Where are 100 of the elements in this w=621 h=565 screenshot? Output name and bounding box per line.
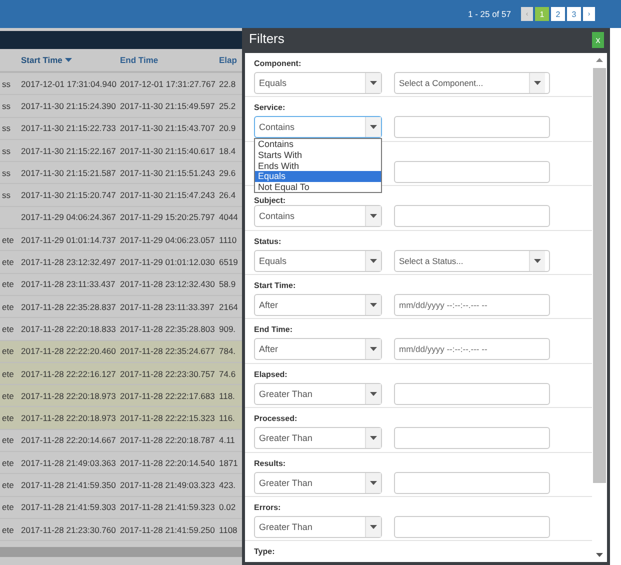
caret-icon <box>370 392 377 396</box>
table-cell-text: 2017-11-30 21:15:22.733 <box>21 123 117 134</box>
caret-icon <box>370 480 377 485</box>
input-field[interactable] <box>394 160 550 183</box>
table-cell-text: 4044 <box>219 212 239 222</box>
caret-icon <box>370 302 377 307</box>
filter-label: Type: <box>254 546 276 558</box>
table-cell-text: 1871 <box>219 458 239 468</box>
caret-icon <box>534 258 541 263</box>
filter-label: Subject: <box>254 195 287 206</box>
table-cell-text: 423. <box>219 480 237 490</box>
scroll-down-icon[interactable] <box>596 553 603 557</box>
panel-title: Filters <box>249 31 284 47</box>
operator-select[interactable]: Greater Than <box>254 516 382 538</box>
table-cell-text: 2017-11-30 21:15:20.747 <box>21 190 117 200</box>
table-cell-text: 2017-11-28 22:20:18.833 <box>21 324 117 334</box>
table-cell-text: 2164 <box>219 302 239 312</box>
input-field[interactable] <box>394 472 550 494</box>
caret-icon <box>370 81 377 85</box>
table-cell-text: 2017-11-28 21:41:59.250 <box>120 524 216 535</box>
table-cell-text: 2017-11-28 22:22:20.460 <box>21 346 117 356</box>
date-field[interactable]: mm/dd/yyyy --:--:--.--- -- <box>394 338 550 360</box>
filter-label: Component: <box>254 58 302 69</box>
input-field[interactable] <box>394 205 550 228</box>
table-cell-text: 2017-11-30 21:15:51.243 <box>120 168 216 178</box>
operator-select[interactable]: Contains <box>254 116 382 138</box>
table-cell-text: 2017-11-29 01:01:14.737 <box>21 234 117 245</box>
table-cell-text: 2017-11-30 21:15:49.597 <box>120 100 216 111</box>
table-cell-text: 118. <box>219 390 236 401</box>
sort-icon <box>65 58 72 62</box>
table-cell-text: 2017-11-30 21:15:21.587 <box>21 168 117 178</box>
table-cell-text: 20.9 <box>219 123 237 134</box>
scrollbar[interactable] <box>592 53 607 562</box>
table-cell-text: 2017-11-28 23:12:32.497 <box>21 257 117 268</box>
table-cell-text: 2017-11-28 22:22:17.683 <box>120 390 216 401</box>
caret-icon <box>370 436 377 440</box>
table-cell-text: 784. <box>219 346 237 356</box>
filter-label: Elapsed: <box>254 368 288 380</box>
scroll-up-icon[interactable] <box>596 58 603 62</box>
table-cell-text: 0.02 <box>219 502 237 512</box>
filter-label: Results: <box>254 458 287 469</box>
table-cell-text: ss <box>2 100 12 111</box>
operator-select[interactable]: After <box>254 338 382 360</box>
table-cell-text: 2017-11-28 22:20:18.787 <box>120 435 216 446</box>
table-cell-text: 1110 <box>219 234 238 245</box>
column-header[interactable]: End Time <box>120 55 218 65</box>
input-field[interactable] <box>394 516 550 538</box>
table-cell-text: 2017-11-28 22:35:28.803 <box>120 324 216 334</box>
table-cell-text: ete <box>2 390 15 401</box>
table-cell-text: 22.8 <box>219 78 237 89</box>
page-button[interactable]: 2 <box>551 7 565 21</box>
operator-select[interactable]: Greater Than <box>254 382 382 405</box>
filter-label: Service: <box>254 102 286 114</box>
table-cell-text: 2017-11-28 21:41:59.323 <box>120 502 216 512</box>
table-cell-text: 2017-11-30 21:15:47.243 <box>120 190 216 200</box>
dropdown-option[interactable]: Equals <box>255 171 381 182</box>
table-cell-text: 74.6 <box>219 368 237 378</box>
dropdown-option[interactable]: Starts With <box>255 150 381 161</box>
input-field[interactable] <box>394 427 550 450</box>
table-cell-text: 2017-11-29 01:01:12.030 <box>120 257 216 268</box>
table-cell-text: ss <box>2 78 12 89</box>
dropdown-option[interactable]: Not Equal To <box>255 182 381 192</box>
table-cell-text: ete <box>2 502 15 512</box>
table-cell-text: 2017-12-01 17:31:27.767 <box>120 78 216 89</box>
table-cell-text: 2017-11-28 21:41:59.350 <box>21 480 117 490</box>
table-cell-text: 2017-11-28 22:20:18.973 <box>21 413 117 424</box>
filter-label: Start Time: <box>254 280 297 291</box>
table-cell-text: 2017-11-30 21:15:40.617 <box>120 146 216 156</box>
operator-select[interactable]: After <box>254 294 382 316</box>
table-cell-text: ete <box>2 480 15 490</box>
column-header[interactable]: Elap <box>219 55 242 65</box>
dropdown-option[interactable]: Contains <box>255 139 381 150</box>
table-cell-text: 2017-11-28 22:23:30.757 <box>120 368 216 378</box>
operator-select[interactable]: Greater Than <box>254 427 382 450</box>
dropdown-option[interactable]: Ends With <box>255 160 381 172</box>
page-button[interactable]: 3 <box>567 7 581 21</box>
table-cell-text: ete <box>2 524 15 535</box>
operator-select[interactable]: Greater Than <box>254 472 382 494</box>
date-field[interactable]: mm/dd/yyyy --:--:--.--- -- <box>394 294 550 316</box>
table-cell-text: 2017-11-28 21:49:03.323 <box>120 480 216 490</box>
operator-select[interactable]: Contains <box>254 205 382 228</box>
table-cell-text: 2017-11-28 23:11:33.397 <box>120 302 216 312</box>
table-cell-text: 116. <box>219 413 236 424</box>
caret-icon <box>370 524 377 529</box>
input-field[interactable] <box>394 116 550 138</box>
input-field[interactable] <box>394 382 550 405</box>
column-header[interactable]: Start Time <box>21 55 119 65</box>
operator-select[interactable]: Equals <box>254 250 382 272</box>
table-cell-text: 2017-11-28 22:35:28.837 <box>21 302 117 312</box>
table-cell-text: ete <box>2 279 15 290</box>
table-cell-text: ete <box>2 413 15 424</box>
table-cell-text: ete <box>2 302 15 312</box>
filter-label: End Time: <box>254 324 294 336</box>
table-cell-text: 2017-12-01 17:31:04.940 <box>21 78 118 89</box>
value-select[interactable]: Select a Status... <box>394 250 550 272</box>
operator-select[interactable]: Equals <box>254 72 382 94</box>
value-select[interactable]: Select a Component... <box>394 72 550 94</box>
table-cell-text: 2017-11-28 23:12:32.430 <box>120 279 216 290</box>
table-cell-text: 29.6 <box>219 168 237 178</box>
filter-label: Errors: <box>254 502 282 513</box>
